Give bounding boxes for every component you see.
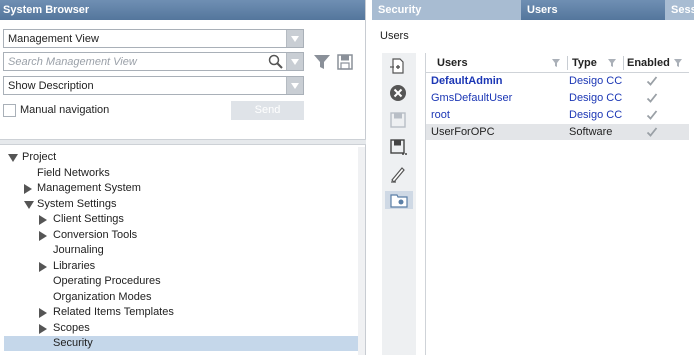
table-row[interactable]: root Desigo CC: [426, 107, 689, 123]
tree-node-label: Operating Procedures: [53, 275, 161, 287]
tree-node[interactable]: Scopes: [0, 321, 360, 336]
save-icon[interactable]: [389, 111, 407, 129]
delete-icon[interactable]: [389, 84, 407, 102]
manual-navigation-checkbox[interactable]: [3, 104, 16, 117]
users-toolbar: [382, 53, 416, 355]
tree-node[interactable]: Project: [0, 150, 360, 165]
table-row[interactable]: DefaultAdmin Desigo CC: [426, 73, 689, 89]
tree-node-label: Journaling: [53, 244, 104, 256]
tree-node-label: Organization Modes: [53, 290, 152, 303]
system-browser-panel: System Browser Management View Search Ma…: [0, 0, 366, 355]
table-row[interactable]: GmsDefaultUser Desigo CC: [426, 90, 689, 106]
tree-node-label: Security: [53, 337, 93, 349]
tree-node[interactable]: Organization Modes: [0, 290, 360, 305]
tab-bar: Security Users Sess: [372, 0, 694, 20]
manual-navigation-label: Manual navigation: [20, 104, 110, 116]
view-selector[interactable]: Management View: [3, 29, 304, 48]
edit-icon[interactable]: [389, 165, 407, 183]
filter-icon[interactable]: [608, 58, 618, 68]
chevron-down-icon[interactable]: [286, 30, 303, 47]
enabled-checkbox[interactable]: [646, 75, 658, 87]
tree-node-label: Scopes: [53, 321, 90, 334]
folder-users-button[interactable]: [385, 191, 413, 209]
tree-node[interactable]: Operating Procedures: [0, 274, 360, 289]
tree-node[interactable]: Client Settings: [0, 212, 360, 227]
tree-node-label: Conversion Tools: [53, 228, 138, 241]
tree-node[interactable]: Security: [4, 336, 359, 351]
enabled-checkbox[interactable]: [646, 109, 658, 121]
filter-icon[interactable]: [313, 54, 331, 70]
tab-users[interactable]: Users: [521, 0, 665, 20]
expanded-triangle-icon[interactable]: [8, 154, 18, 162]
search-box[interactable]: Search Management View: [3, 52, 304, 71]
folder-users-icon: [390, 194, 408, 208]
tree-node-label: System Settings: [37, 197, 117, 210]
add-user-icon[interactable]: [389, 57, 407, 75]
users-grid: Users Type Enabled DefaultAdmin Desigo CC…: [425, 53, 689, 355]
tree-node[interactable]: Journaling: [0, 243, 360, 258]
user-type-cell: Software: [569, 126, 613, 138]
column-header-users[interactable]: Users: [437, 53, 468, 73]
collapsed-triangle-icon[interactable]: [39, 308, 47, 318]
tree-node-label: Project: [22, 151, 57, 163]
column-separator[interactable]: [567, 56, 568, 70]
chevron-down-icon[interactable]: [286, 53, 303, 70]
description-selector[interactable]: Show Description: [3, 76, 304, 95]
system-browser-title: System Browser: [0, 0, 365, 20]
save-as-icon[interactable]: [389, 138, 407, 156]
user-type-cell: Desigo CC: [569, 92, 623, 104]
collapsed-triangle-icon[interactable]: [24, 184, 32, 194]
save-icon[interactable]: [337, 54, 353, 70]
user-name-cell: root: [431, 109, 450, 121]
tree-node[interactable]: System Settings: [0, 197, 360, 212]
collapsed-triangle-icon[interactable]: [39, 230, 47, 241]
tree-scrollbar[interactable]: [358, 147, 365, 355]
collapsed-triangle-icon[interactable]: [39, 323, 47, 334]
send-button[interactable]: Send: [231, 101, 304, 120]
filter-icon[interactable]: [674, 58, 684, 68]
column-header-enabled[interactable]: Enabled: [627, 53, 670, 73]
tree-node-label: Field Networks: [37, 166, 110, 179]
tree-node-label: Libraries: [53, 259, 96, 272]
collapsed-triangle-icon[interactable]: [39, 215, 47, 225]
chevron-down-icon[interactable]: [286, 77, 303, 94]
tab-sessions[interactable]: Sess: [665, 0, 694, 20]
panel-splitter[interactable]: [0, 139, 366, 145]
tree-node-label: Related Items Templates: [53, 306, 174, 318]
section-title: Users: [380, 30, 409, 42]
column-separator[interactable]: [623, 56, 624, 70]
system-tree: Project Field Networks Management System Sy…: [0, 147, 366, 355]
user-name-cell: UserForOPC: [431, 126, 495, 138]
users-panel: Security Users Sess Users Users Type Ena…: [372, 0, 694, 355]
expanded-triangle-icon[interactable]: [24, 200, 34, 209]
enabled-checkbox[interactable]: [646, 126, 658, 138]
tree-node[interactable]: Management System: [0, 181, 360, 196]
user-type-cell: Desigo CC: [569, 75, 623, 87]
tree-node[interactable]: Related Items Templates: [0, 305, 360, 320]
tree-node[interactable]: Conversion Tools: [0, 228, 360, 243]
user-name-cell: GmsDefaultUser: [431, 92, 513, 104]
tab-security[interactable]: Security: [372, 0, 521, 20]
user-type-cell: Desigo CC: [569, 109, 623, 121]
collapsed-triangle-icon[interactable]: [39, 261, 47, 272]
tree-node[interactable]: Libraries: [0, 259, 360, 274]
grid-header: Users Type Enabled: [426, 53, 689, 73]
search-placeholder[interactable]: Search Management View: [8, 56, 137, 68]
tree-node-label: Management System: [37, 182, 141, 194]
column-header-type[interactable]: Type: [572, 53, 597, 73]
filter-icon[interactable]: [552, 58, 562, 68]
description-selector-value: Show Description: [8, 80, 94, 92]
tree-node[interactable]: Field Networks: [0, 166, 360, 181]
user-name-cell: DefaultAdmin: [431, 75, 503, 87]
search-icon[interactable]: [268, 54, 284, 69]
table-row[interactable]: UserForOPC Software: [426, 124, 689, 140]
tree-node-label: Client Settings: [53, 213, 124, 225]
enabled-checkbox[interactable]: [646, 92, 658, 104]
view-selector-value: Management View: [8, 33, 99, 45]
